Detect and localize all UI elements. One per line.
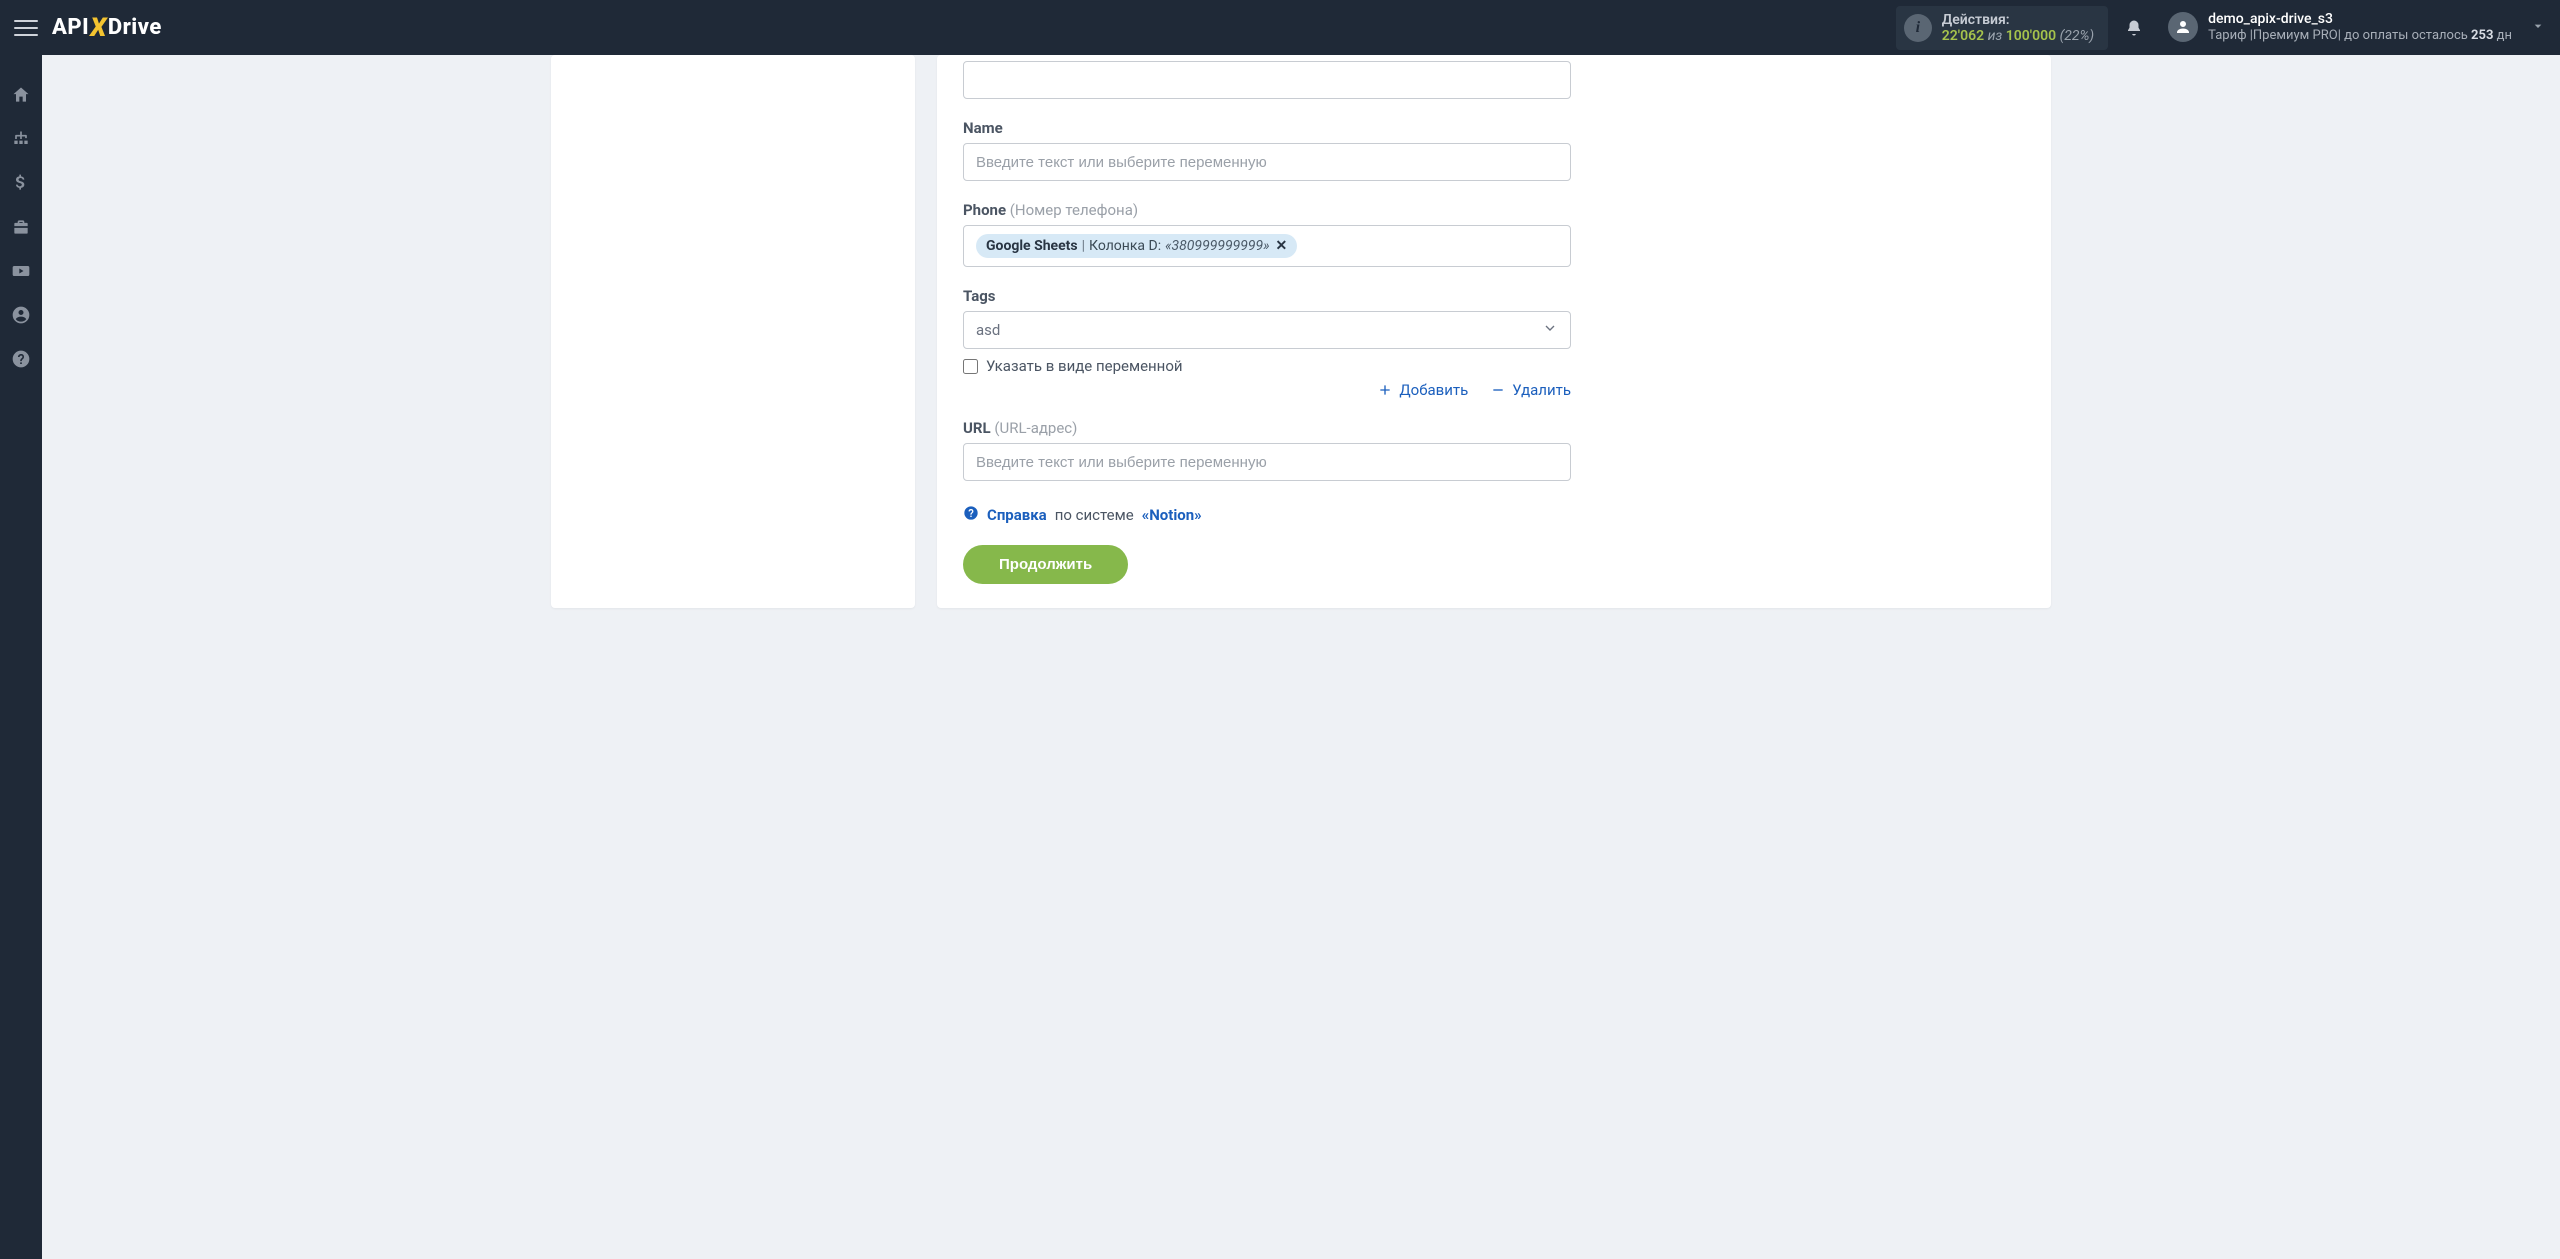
url-input-wrapper[interactable] <box>963 443 1571 481</box>
help-row: Справка по системе «Notion» <box>963 505 1571 525</box>
rail-videos[interactable] <box>0 251 42 291</box>
name-label: Name <box>963 119 1571 137</box>
tags-label: Tags <box>963 287 1571 305</box>
user-circle-icon <box>11 305 31 325</box>
user-name: demo_apix-drive_s3 <box>2208 11 2512 28</box>
phone-input[interactable] <box>1303 238 1558 255</box>
phone-label: Phone (Номер телефона) <box>963 201 1571 219</box>
phone-input-wrapper[interactable]: Google Sheets | Колонка D: «380999999999… <box>963 225 1571 267</box>
name-input[interactable] <box>976 154 1558 171</box>
top-bar: API X Drive i Действия: 22'062 из 100'00… <box>0 0 2560 55</box>
tags-select[interactable]: asd <box>963 311 1571 349</box>
user-menu-chevron[interactable] <box>2530 18 2546 38</box>
info-icon: i <box>1904 14 1932 42</box>
rail-connections[interactable] <box>0 119 42 159</box>
actions-label: Действия: <box>1942 12 2094 28</box>
rail-briefcase[interactable] <box>0 207 42 247</box>
sitemap-icon <box>11 129 31 149</box>
actions-counter[interactable]: i Действия: 22'062 из 100'000 (22%) <box>1896 6 2108 50</box>
home-icon <box>11 85 31 105</box>
rail-account[interactable] <box>0 295 42 335</box>
bell-icon <box>2125 19 2143 37</box>
brand-pre: API <box>52 15 89 40</box>
menu-toggle-button[interactable] <box>14 16 38 40</box>
tags-as-variable-input[interactable] <box>963 359 978 374</box>
user-icon <box>2174 18 2192 36</box>
top-input[interactable] <box>976 72 1558 89</box>
tags-selected-value: asd <box>976 321 1000 339</box>
url-label: URL (URL-адрес) <box>963 419 1571 437</box>
minus-icon <box>1490 382 1506 398</box>
top-field-input[interactable] <box>963 61 1571 99</box>
dollar-icon <box>11 173 31 193</box>
rail-billing[interactable] <box>0 163 42 203</box>
tags-as-variable-checkbox[interactable]: Указать в виде переменной <box>963 357 1571 375</box>
form-card: Name Phone (Номер телефона) <box>937 55 2051 608</box>
help-system-name: «Notion» <box>1142 506 1202 524</box>
remove-pill-button[interactable]: ✕ <box>1276 237 1288 255</box>
question-circle-icon <box>11 349 31 369</box>
brand-x-icon: X <box>90 13 107 43</box>
remove-link[interactable]: Удалить <box>1490 381 1571 399</box>
name-input-wrapper[interactable] <box>963 143 1571 181</box>
add-link[interactable]: Добавить <box>1377 381 1468 399</box>
chevron-down-icon <box>2530 18 2546 34</box>
plus-icon <box>1377 382 1393 398</box>
brand-post: Drive <box>108 15 162 40</box>
help-circle-icon <box>963 505 979 525</box>
rail-help[interactable] <box>0 339 42 379</box>
phone-variable-pill[interactable]: Google Sheets | Колонка D: «380999999999… <box>976 234 1297 258</box>
url-input[interactable] <box>976 454 1558 471</box>
brand-logo[interactable]: API X Drive <box>52 13 162 43</box>
help-link[interactable]: Справка <box>987 506 1047 524</box>
main-scroll[interactable]: Name Phone (Номер телефона) <box>42 55 2560 1259</box>
left-panel-card <box>551 55 915 608</box>
youtube-icon <box>11 261 31 281</box>
user-subline: Тариф |Премиум PRO| до оплаты осталось 2… <box>2208 28 2512 44</box>
briefcase-icon <box>11 217 31 237</box>
user-menu[interactable]: demo_apix-drive_s3 Тариф |Премиум PRO| д… <box>2168 11 2512 43</box>
left-rail <box>0 55 42 1259</box>
chevron-down-icon <box>1542 320 1558 340</box>
rail-home[interactable] <box>0 75 42 115</box>
actions-value: 22'062 из 100'000 (22%) <box>1942 28 2094 44</box>
continue-button[interactable]: Продолжить <box>963 545 1128 584</box>
avatar <box>2168 12 2198 42</box>
notifications-button[interactable] <box>2114 19 2154 37</box>
